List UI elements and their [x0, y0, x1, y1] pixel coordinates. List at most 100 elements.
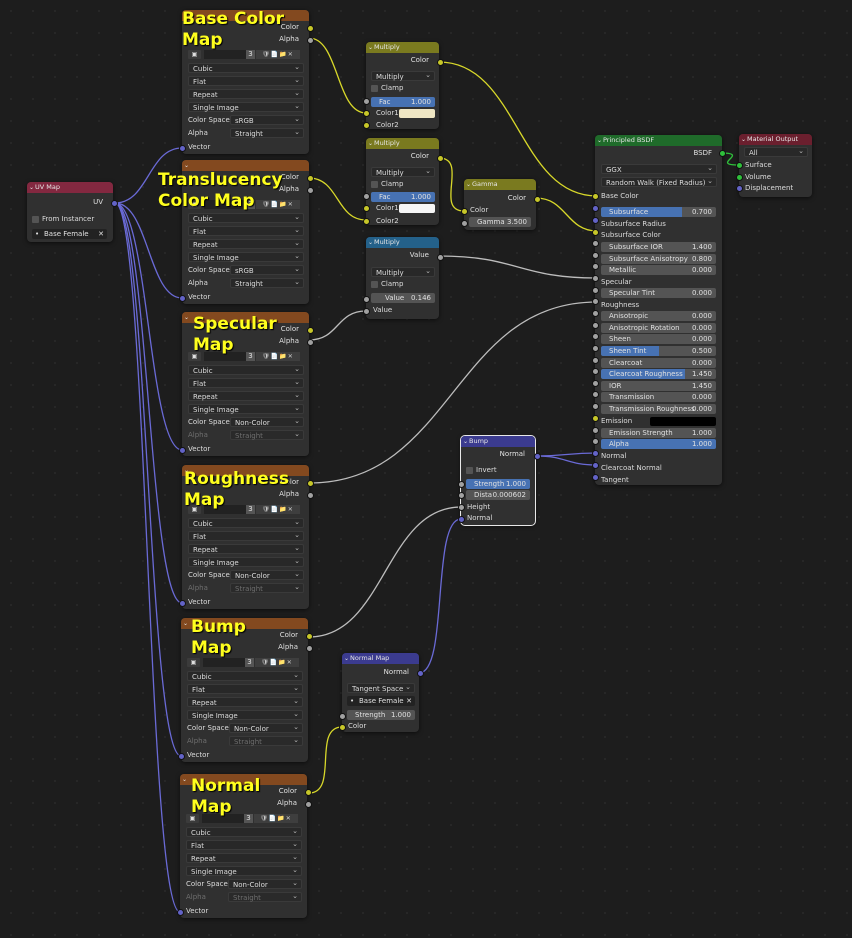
- math-multiply-node[interactable]: ⌄Multiply Value Multiply Clamp Value0.14…: [366, 237, 439, 319]
- image-browse-icon[interactable]: ▣: [187, 658, 200, 667]
- alpha-mode-dropdown[interactable]: Straight: [230, 429, 304, 440]
- specular-tint-field[interactable]: Specular Tint 0.000: [601, 288, 716, 298]
- collapse-arrow-icon[interactable]: ⌄: [368, 42, 373, 53]
- sheen-field[interactable]: Sheen 0.000: [601, 334, 716, 344]
- volume-input-socket[interactable]: [736, 174, 743, 181]
- subsurface-anisotropy-field[interactable]: Subsurface Anisotropy 0.800: [601, 254, 716, 264]
- transmission-roughness-field[interactable]: Transmission Roughness 0.000: [601, 404, 716, 414]
- socket[interactable]: [307, 175, 314, 182]
- socket[interactable]: [592, 275, 599, 282]
- socket[interactable]: [592, 322, 599, 329]
- principled-bsdf-node[interactable]: ⌄Principled BSDF BSDF GGX Random Walk (F…: [595, 135, 722, 485]
- node-link[interactable]: [535, 455, 598, 466]
- node-link[interactable]: [308, 177, 367, 221]
- socket[interactable]: [306, 633, 313, 640]
- node-link[interactable]: [418, 518, 462, 674]
- node-link[interactable]: [438, 255, 598, 279]
- socket[interactable]: [534, 453, 541, 460]
- clearcoat-field[interactable]: Clearcoat 0.000: [601, 358, 716, 368]
- interpolation-dropdown[interactable]: Cubic: [188, 62, 304, 73]
- socket[interactable]: [592, 287, 599, 294]
- anisotropic-rotation-field[interactable]: Anisotropic Rotation 0.000: [601, 323, 716, 333]
- subsurface-field[interactable]: Subsurface 0.700: [601, 207, 716, 217]
- node-link[interactable]: [308, 37, 367, 114]
- node-link[interactable]: [114, 202, 181, 913]
- socket[interactable]: [307, 187, 314, 194]
- collapse-arrow-icon[interactable]: ⌄: [466, 179, 471, 190]
- bump-header[interactable]: ⌄ Bump: [461, 436, 535, 447]
- socket[interactable]: [363, 122, 370, 129]
- socket[interactable]: [592, 368, 599, 375]
- blend-type-dropdown[interactable]: Multiply: [371, 166, 435, 177]
- multiply-1-header[interactable]: ⌄ Multiply: [366, 42, 439, 53]
- source-dropdown[interactable]: Single Image: [186, 865, 302, 876]
- clamp-checkbox[interactable]: [371, 181, 378, 188]
- socket[interactable]: [363, 193, 370, 200]
- clamp-checkbox[interactable]: [371, 85, 378, 92]
- multiply-node-2[interactable]: ⌄Multiply Color Multiply Clamp Fac1.000 …: [366, 138, 439, 225]
- socket[interactable]: [179, 600, 186, 607]
- socket[interactable]: [592, 427, 599, 434]
- socket[interactable]: [592, 345, 599, 352]
- collapse-arrow-icon[interactable]: ⌄: [184, 312, 189, 323]
- node-link[interactable]: [114, 202, 183, 451]
- socket[interactable]: [305, 801, 312, 808]
- node-link[interactable]: [308, 726, 343, 794]
- socket[interactable]: [179, 145, 186, 152]
- image-tools-icons[interactable]: 🛡📄📁✕: [256, 50, 300, 59]
- subsurface-method-dropdown[interactable]: Random Walk (Fixed Radius): [601, 176, 717, 187]
- collapse-arrow-icon[interactable]: ⌄: [182, 774, 187, 785]
- projection-dropdown[interactable]: Flat: [188, 225, 304, 236]
- metallic-field[interactable]: Metallic 0.000: [601, 265, 716, 275]
- uv-map-header[interactable]: ⌄ UV Map: [27, 182, 113, 193]
- alpha-mode-dropdown[interactable]: Straight: [228, 891, 302, 902]
- socket[interactable]: [363, 98, 370, 105]
- socket[interactable]: [363, 205, 370, 212]
- socket[interactable]: [417, 670, 424, 677]
- emission-strength-field[interactable]: Emission Strength 1.000: [601, 428, 716, 438]
- socket[interactable]: [305, 789, 312, 796]
- image-selector[interactable]: ▣ 3 🛡📄📁✕: [188, 50, 304, 60]
- node-link[interactable]: [438, 61, 598, 197]
- socket[interactable]: [458, 516, 465, 523]
- gamma-field[interactable]: Gamma 3.500: [469, 217, 531, 227]
- node-link[interactable]: [114, 202, 182, 757]
- color1-swatch[interactable]: [399, 204, 435, 213]
- socket[interactable]: [592, 205, 599, 212]
- image-name-field[interactable]: [203, 658, 245, 667]
- clamp-checkbox[interactable]: [371, 281, 378, 288]
- socket[interactable]: [437, 254, 444, 261]
- socket[interactable]: [592, 438, 599, 445]
- image-browse-icon[interactable]: ▣: [188, 50, 201, 59]
- extension-dropdown[interactable]: Repeat: [188, 543, 304, 554]
- material-output-header[interactable]: ⌄ Material Output: [739, 134, 812, 145]
- socket[interactable]: [534, 196, 541, 203]
- socket[interactable]: [592, 462, 599, 469]
- socket[interactable]: [307, 25, 314, 32]
- socket[interactable]: [592, 310, 599, 317]
- color-space-dropdown[interactable]: Non-Color: [229, 722, 303, 733]
- socket[interactable]: [437, 155, 444, 162]
- projection-dropdown[interactable]: Flat: [188, 530, 304, 541]
- interpolation-dropdown[interactable]: Cubic: [188, 212, 304, 223]
- gamma-header[interactable]: ⌄ Gamma: [464, 179, 536, 190]
- image-tools-icons[interactable]: 🛡📄📁✕: [254, 814, 298, 823]
- socket[interactable]: [363, 110, 370, 117]
- socket[interactable]: [592, 357, 599, 364]
- socket[interactable]: [592, 333, 599, 340]
- image-selector[interactable]: ▣ 3 🛡📄📁✕: [187, 658, 303, 668]
- image-tools-icons[interactable]: 🛡📄📁✕: [255, 658, 299, 667]
- source-dropdown[interactable]: Single Image: [188, 101, 304, 112]
- surface-input-socket[interactable]: [736, 162, 743, 169]
- socket[interactable]: [592, 474, 599, 481]
- distribution-dropdown[interactable]: GGX: [601, 163, 717, 174]
- socket[interactable]: [363, 308, 370, 315]
- close-icon[interactable]: ✕: [406, 696, 412, 706]
- displacement-input-socket[interactable]: [736, 185, 743, 192]
- fac-field[interactable]: Fac 1.000: [371, 97, 435, 107]
- normal-map-header[interactable]: ⌄ Normal Map: [342, 653, 419, 664]
- socket[interactable]: [339, 724, 346, 731]
- socket[interactable]: [592, 450, 599, 457]
- socket[interactable]: [592, 298, 599, 305]
- socket[interactable]: [592, 403, 599, 410]
